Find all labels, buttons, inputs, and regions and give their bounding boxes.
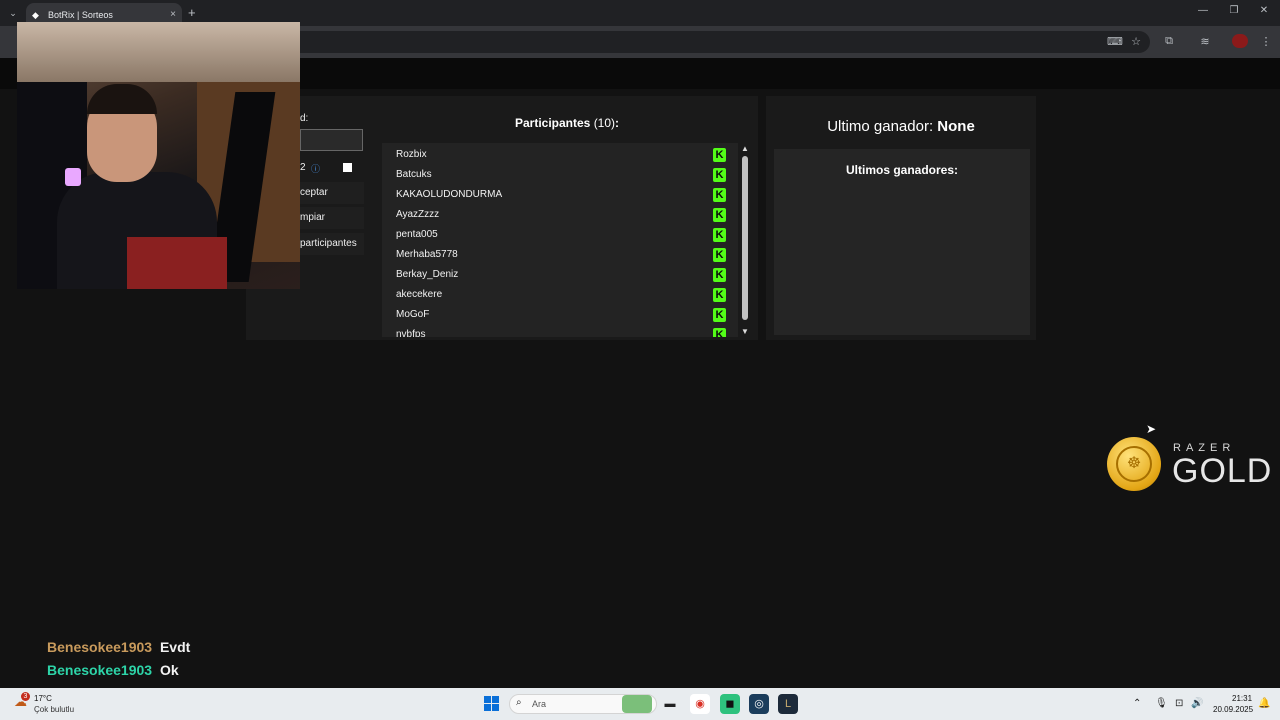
chat-message: Benesokee1903 Evdt [47, 639, 190, 655]
menu-icon[interactable]: ⋮ [1259, 35, 1273, 48]
participants-title: Participantes (10): [376, 116, 758, 130]
chat-message: Benesokee1903 Ok [47, 662, 179, 678]
participant-name: nvbfps [396, 329, 426, 337]
weather-temperature[interactable]: 17°C [34, 694, 52, 703]
participants-count: (10) [593, 116, 616, 130]
settings-field-label: d: [300, 113, 309, 124]
maximize-button[interactable]: ❐ [1226, 5, 1242, 16]
kick-icon: K [713, 308, 726, 322]
kick-icon: K [713, 288, 726, 302]
media-icon[interactable]: ≋ [1198, 35, 1212, 48]
clock-time[interactable]: 21:31 [1232, 694, 1252, 703]
windows-start-icon[interactable] [484, 696, 500, 712]
participant-name: AyazZzzz [396, 209, 440, 220]
app-icon[interactable]: ◼ [720, 694, 740, 714]
app-circle-icon[interactable]: ◎ [749, 694, 769, 714]
microphone-icon[interactable]: 🎙 [1155, 698, 1168, 709]
participants-title-label: Participantes [514, 116, 591, 130]
search-highlight-icon[interactable] [622, 695, 652, 713]
chevron-up-icon[interactable]: ⌃ [1133, 698, 1141, 709]
info-icon[interactable]: ⓘ [311, 162, 320, 175]
kick-icon: K [713, 268, 726, 282]
scroll-up-icon[interactable]: ▲ [740, 144, 750, 153]
network-icon[interactable]: ⊡ [1175, 698, 1183, 709]
notification-bell-icon[interactable]: 🔔 [1258, 698, 1270, 709]
game-launcher-icon[interactable]: L [778, 694, 798, 714]
last-winner: Ultimo ganador: None [766, 118, 1036, 135]
last-winner-value: None [937, 118, 975, 135]
participant-name: MoGoF [396, 309, 430, 320]
weather-badge: 3 [21, 692, 30, 701]
razer-gold-coin-icon: ☸ [1107, 437, 1161, 491]
scrollbar-thumb[interactable] [742, 156, 748, 320]
participant-name: KAKAOLUDONDURMA [396, 189, 503, 200]
participant-name: Rozbix [396, 149, 427, 160]
close-tab-icon[interactable]: × [170, 9, 176, 20]
list-item: MoGoF K [396, 305, 726, 325]
profile-icon[interactable] [1232, 34, 1248, 48]
tab-search-icon[interactable]: ⌄ [6, 6, 20, 20]
participant-name: penta005 [396, 229, 438, 240]
new-tab-button[interactable]: + [188, 5, 196, 20]
search-icon: ⌕ [516, 697, 522, 708]
participants-title-colon: : [615, 116, 620, 130]
kick-icon: K [713, 188, 726, 202]
participant-name: Merhaba5778 [396, 249, 458, 260]
list-item: penta005 K [396, 225, 726, 245]
list-item: nvbfps K [396, 325, 726, 337]
kick-icon: K [713, 148, 726, 162]
volume-icon[interactable]: 🔊 [1191, 698, 1203, 709]
file-explorer-icon[interactable]: ▬ [660, 694, 680, 714]
kick-icon: K [713, 208, 726, 222]
list-item: akecekere K [396, 285, 726, 305]
recent-winners-title: Ultimos ganadores: [845, 163, 959, 177]
settings-input[interactable] [300, 129, 363, 151]
clock-date[interactable]: 20.09.2025 [1213, 705, 1253, 714]
participant-name: Berkay_Deniz [396, 269, 459, 280]
weather-description[interactable]: Çok bulutlu [34, 705, 74, 714]
list-item: Batcuks K [396, 165, 726, 185]
settings-value: 2 [300, 162, 306, 173]
scroll-down-icon[interactable]: ▼ [740, 327, 750, 336]
kick-icon: K [713, 228, 726, 242]
participant-name: Batcuks [396, 169, 432, 180]
translate-icon[interactable]: ⌨ [1107, 35, 1123, 48]
kick-icon: K [713, 168, 726, 182]
participants-list[interactable]: Rozbix K Batcuks K KAKAOLUDONDURMA K AyazZz… [382, 143, 738, 337]
chat-username: Benesokee1903 [47, 639, 153, 655]
participant-name: akecekere [396, 289, 443, 300]
mouse-cursor-icon: ➤ [1146, 422, 1157, 436]
chat-text: Ok [159, 662, 179, 678]
star-icon[interactable]: ☆ [1129, 35, 1143, 48]
diamond-icon: ◆ [32, 9, 39, 20]
chrome-icon[interactable]: ◉ [690, 694, 710, 714]
kick-icon: K [713, 328, 726, 337]
chat-text: Evdt [159, 639, 191, 655]
tab-title: BotRix | Sorteos [48, 9, 113, 20]
list-item: KAKAOLUDONDURMA K [396, 185, 726, 205]
list-item: Merhaba5778 K [396, 245, 726, 265]
kick-icon: K [713, 248, 726, 262]
webcam-overlay [17, 22, 300, 289]
chat-username: Benesokee1903 [47, 662, 153, 678]
list-item: Rozbix K [396, 145, 726, 165]
last-winner-label: Ultimo ganador: [827, 118, 934, 135]
close-window-button[interactable]: ✕ [1256, 5, 1272, 16]
address-bar[interactable] [270, 31, 1150, 53]
extensions-icon[interactable]: ⧉ [1162, 35, 1176, 48]
participants-button[interactable]: participantes [298, 233, 364, 255]
clear-button[interactable]: mpiar [298, 207, 364, 229]
sponsor-product: GOLD [1172, 452, 1273, 490]
list-item: AyazZzzz K [396, 205, 726, 225]
settings-checkbox[interactable] [343, 163, 352, 172]
list-item: Berkay_Deniz K [396, 265, 726, 285]
minimize-button[interactable]: — [1195, 5, 1211, 16]
accept-button[interactable]: ceptar [298, 182, 364, 204]
